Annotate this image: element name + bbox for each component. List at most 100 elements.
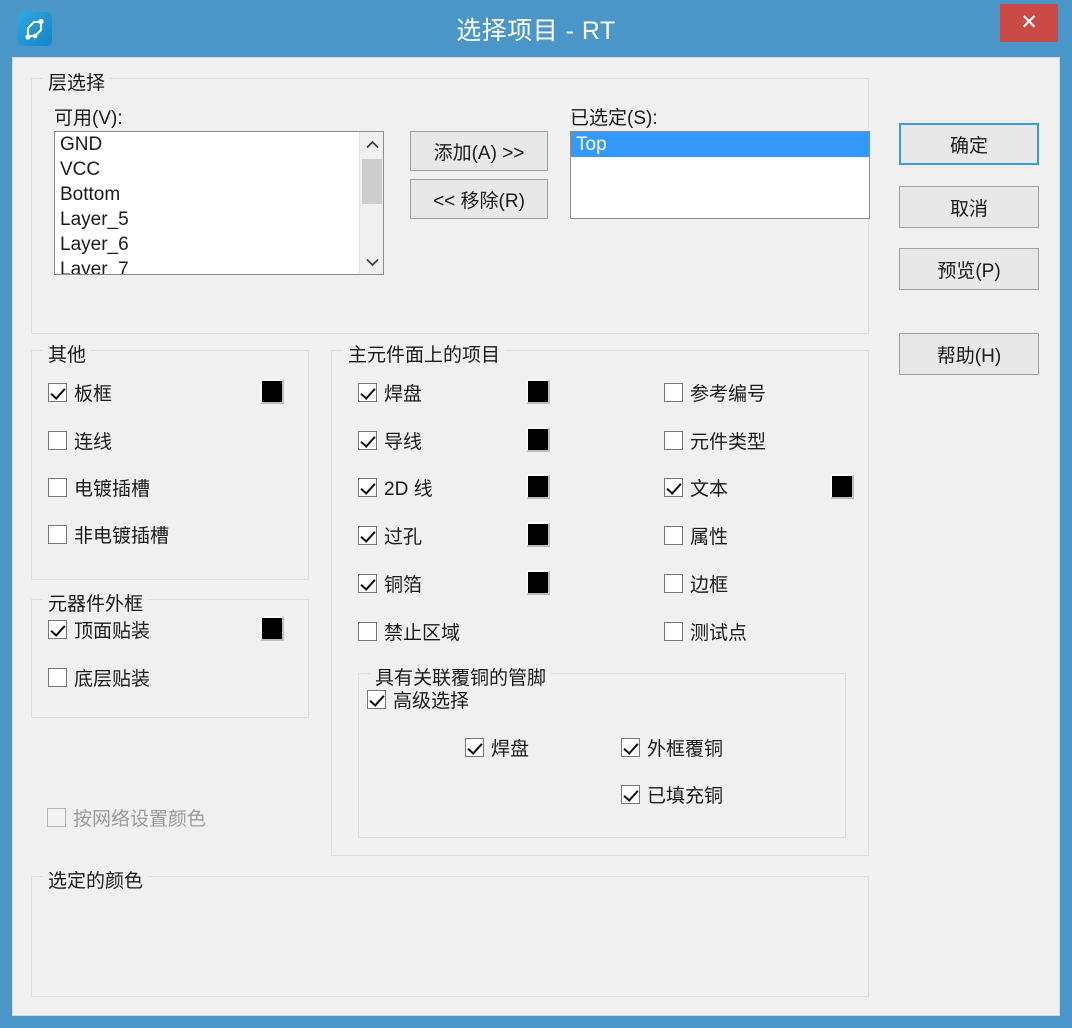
checkbox-box [358,478,377,497]
checkbox-filled-copper[interactable]: 已填充铜 [621,781,723,808]
scroll-up-icon[interactable] [360,132,383,156]
component-outline-title: 元器件外框 [43,589,149,616]
checkbox-plated-slot[interactable]: 电镀插槽 [48,474,150,501]
add-layer-button[interactable]: 添加(A) >> [410,131,548,171]
checkbox-label: 已填充铜 [647,786,724,807]
color-swatch-pad[interactable] [526,379,550,404]
checkbox-sub-pad[interactable]: 焊盘 [465,734,529,761]
color-swatch-2d-line[interactable] [526,474,550,499]
checkbox-pad[interactable]: 焊盘 [358,379,422,406]
checkbox-copper[interactable]: 铜箔 [358,570,422,597]
checkbox-label: 元件类型 [690,432,767,453]
checkbox-label: 焊盘 [491,739,530,760]
checkbox-box [47,808,66,827]
checkbox-label: 导线 [384,432,423,453]
checkbox-bottom-mount[interactable]: 底层贴装 [48,664,150,691]
remove-layer-button[interactable]: << 移除(R) [410,179,548,219]
checkbox-advanced-select[interactable]: 高级选择 [367,686,469,713]
available-layers-scrollbar[interactable] [359,132,383,274]
associated-copper-pins-group: 具有关联覆铜的管脚 高级选择 焊盘 外框覆铜 已填充铜 [358,663,846,838]
checkbox-ratsnest[interactable]: 连线 [48,427,112,454]
checkbox-box [664,431,683,450]
checkbox-box [664,526,683,545]
checkbox-box [358,383,377,402]
ok-button[interactable]: 确定 [899,123,1039,165]
checkbox-board-outline[interactable]: 板框 [48,379,112,406]
checkbox-box [664,383,683,402]
checkbox-label: 连线 [74,432,113,453]
component-outline-group: 元器件外框 顶面贴装 底层贴装 [31,589,309,718]
checkbox-label: 焊盘 [384,384,423,405]
checkbox-keepout[interactable]: 禁止区域 [358,618,460,645]
list-item[interactable]: Layer_7 [55,257,359,274]
checkbox-label: 外框覆铜 [647,739,724,760]
checkbox-label: 铜箔 [384,575,423,596]
available-label: 可用(V): [54,108,123,129]
checkbox-part-type[interactable]: 元件类型 [664,427,766,454]
checkbox-border[interactable]: 边框 [664,570,728,597]
color-swatch-text[interactable] [830,474,854,499]
checkbox-label: 按网络设置颜色 [73,809,207,830]
checkbox-nonplated-slot[interactable]: 非电镀插槽 [48,521,169,548]
help-button[interactable]: 帮助(H) [899,333,1039,375]
color-swatch-via[interactable] [526,522,550,547]
checkbox-box [358,431,377,450]
checkbox-box [664,478,683,497]
checkbox-refdes[interactable]: 参考编号 [664,379,766,406]
other-group-title: 其他 [43,340,92,367]
checkbox-box [48,431,67,450]
checkbox-outline-copper[interactable]: 外框覆铜 [621,734,723,761]
checkbox-attribute[interactable]: 属性 [664,522,728,549]
list-item[interactable]: Layer_6 [55,232,359,257]
checkbox-color-by-net[interactable]: 按网络设置颜色 [47,804,206,831]
cancel-button[interactable]: 取消 [899,186,1039,228]
selected-layers-listbox[interactable]: Top [570,131,870,219]
checkbox-label: 电镀插槽 [74,479,151,500]
scrollbar-thumb[interactable] [362,159,382,204]
available-layers-listbox[interactable]: GND VCC Bottom Layer_5 Layer_6 Layer_7 [54,131,384,275]
checkbox-box [48,620,67,639]
primary-side-items-group: 主元件面上的项目 焊盘 导线 2D 线 过孔 铜箔 禁止区域 参考编号 元件类型… [331,340,869,856]
scroll-down-icon[interactable] [360,250,383,274]
checkbox-box [621,738,640,757]
checkbox-label: 过孔 [384,527,423,548]
title-bar: 选择项目 - RT ✕ [0,0,1072,57]
layer-selection-group: 层选择 可用(V): GND VCC Bottom Layer_5 Layer_… [31,68,870,334]
checkbox-label: 测试点 [690,623,748,644]
checkbox-testpoint[interactable]: 测试点 [664,618,747,645]
checkbox-box [621,785,640,804]
selected-color-title: 选定的颜色 [43,866,149,893]
checkbox-via[interactable]: 过孔 [358,522,422,549]
checkbox-label: 非电镀插槽 [74,526,170,547]
list-item-selected[interactable]: Top [571,132,869,157]
checkbox-top-mount[interactable]: 顶面贴装 [48,616,150,643]
checkbox-label: 禁止区域 [384,623,461,644]
color-swatch-copper[interactable] [526,570,550,595]
checkbox-2d-line[interactable]: 2D 线 [358,474,433,501]
preview-button[interactable]: 预览(P) [899,248,1039,290]
checkbox-box [48,668,67,687]
close-icon[interactable]: ✕ [1000,4,1058,42]
list-item[interactable]: VCC [55,157,359,182]
checkbox-label: 文本 [690,479,729,500]
layer-selection-title: 层选择 [43,68,111,95]
color-swatch-trace[interactable] [526,427,550,452]
checkbox-label: 边框 [690,575,729,596]
checkbox-box [664,574,683,593]
list-item[interactable]: Bottom [55,182,359,207]
available-layers-items: GND VCC Bottom Layer_5 Layer_6 Layer_7 [55,132,359,274]
checkbox-label: 属性 [690,527,729,548]
checkbox-box [48,525,67,544]
list-item[interactable]: Layer_5 [55,207,359,232]
checkbox-label: 顶面贴装 [74,621,151,642]
checkbox-label: 高级选择 [393,691,470,712]
checkbox-label: 板框 [74,384,113,405]
dialog-window: 选择项目 - RT ✕ 层选择 可用(V): GND VCC Bottom La… [0,0,1072,1028]
checkbox-trace[interactable]: 导线 [358,427,422,454]
checkbox-text[interactable]: 文本 [664,474,728,501]
list-item[interactable]: GND [55,132,359,157]
checkbox-box [465,738,484,757]
color-swatch-top-mount[interactable] [260,616,284,641]
selected-label: 已选定(S): [570,108,658,129]
color-swatch-board-outline[interactable] [260,379,284,404]
